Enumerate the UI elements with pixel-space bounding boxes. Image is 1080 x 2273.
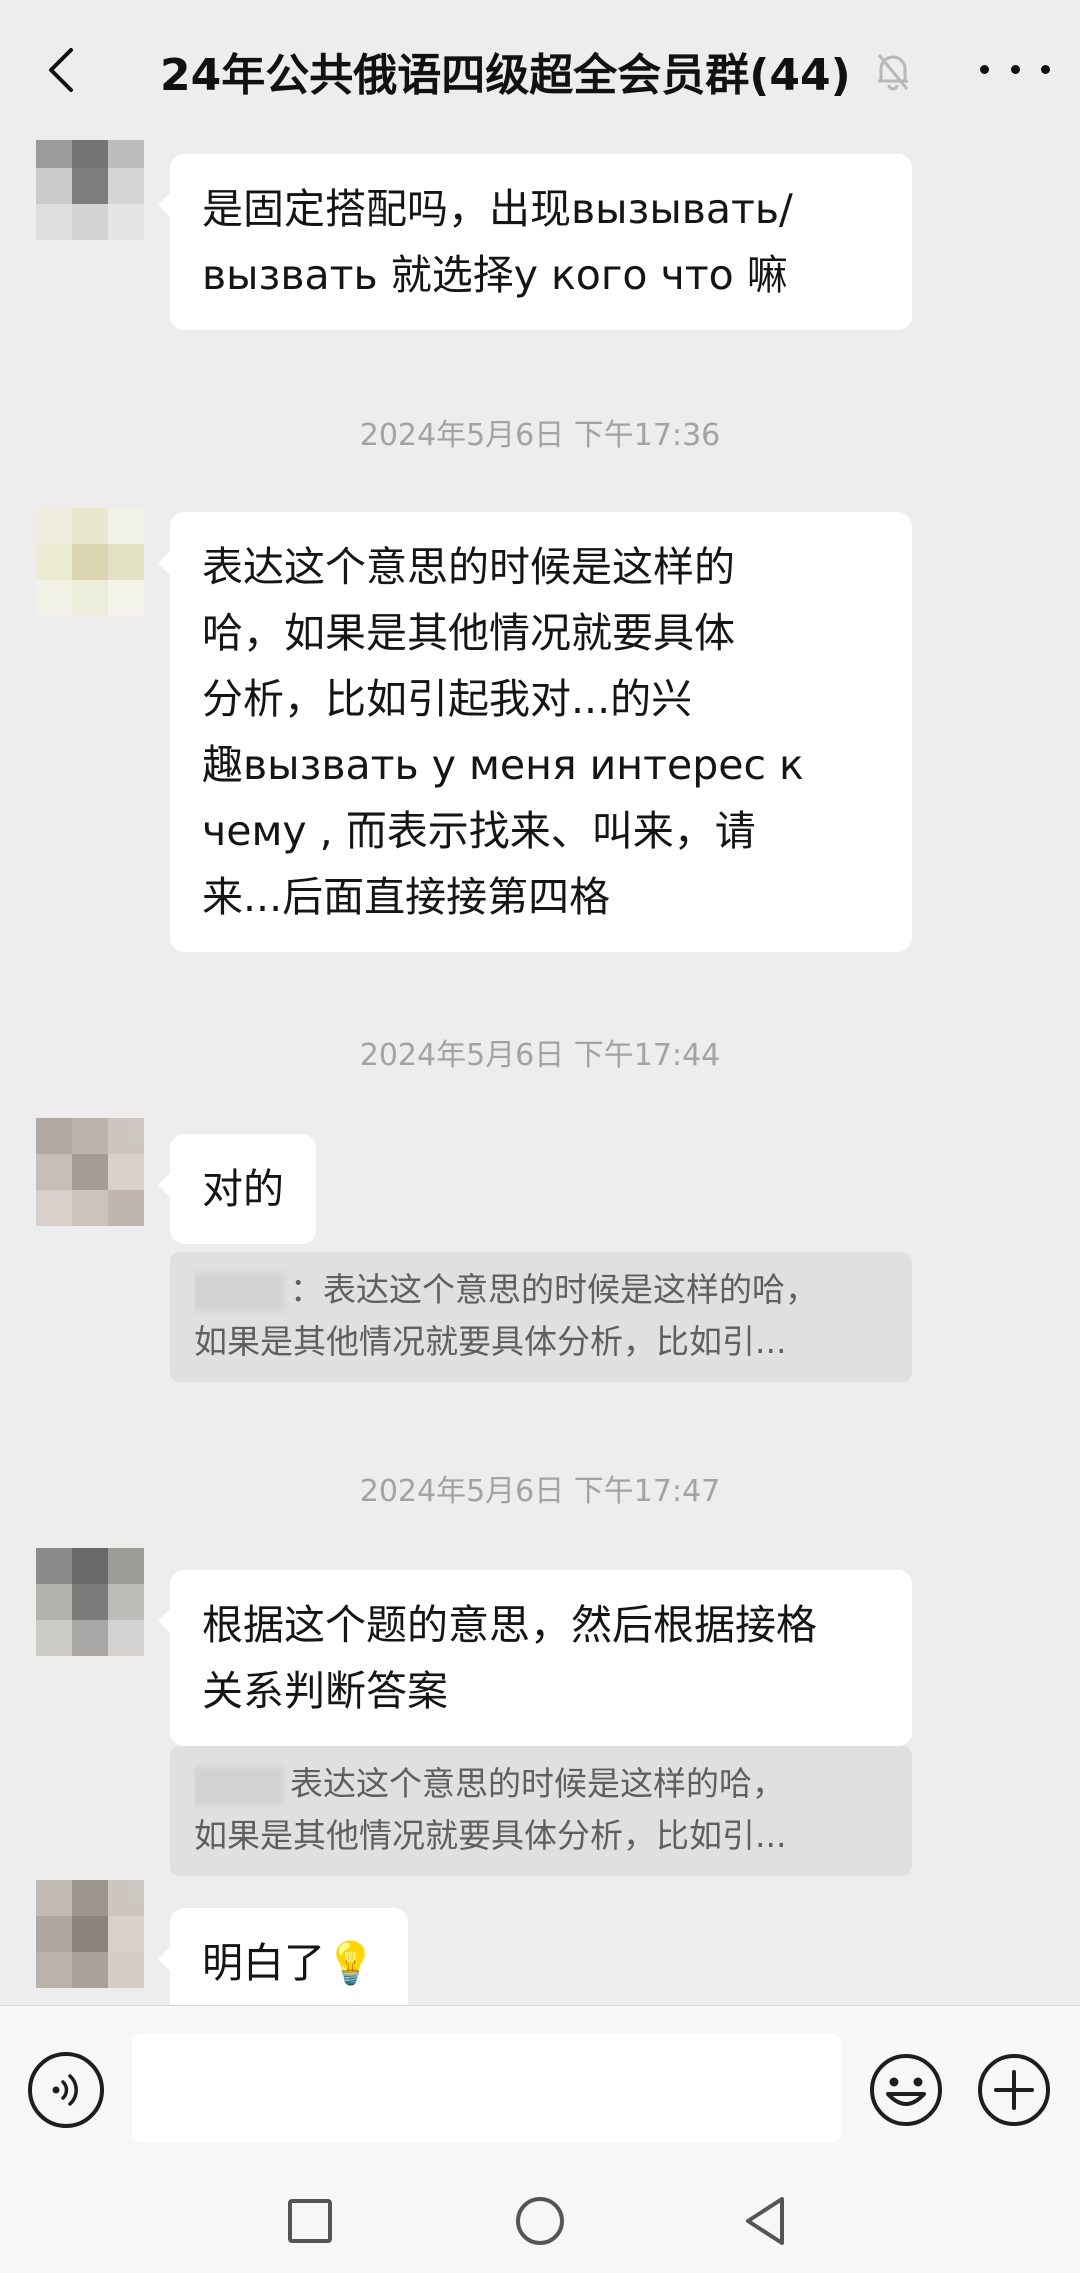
message-text-line: 关系判断答案 [202, 1667, 448, 1715]
message-text-line: 分析，比如引起我对...的兴 [202, 675, 693, 723]
message-text-line: 是固定搭配吗，出现вызывать/ [202, 185, 793, 233]
more-dots-icon [980, 64, 989, 74]
avatar[interactable] [36, 508, 144, 616]
timestamp: 2024年5月6日 下午17:36 [359, 418, 721, 453]
voice-button[interactable] [28, 2052, 104, 2128]
avatar[interactable] [36, 1118, 144, 1226]
back-nav-button[interactable] [736, 2193, 796, 2249]
bell-muted-icon [877, 54, 908, 91]
message-text-line: 明白了💡 [202, 1939, 377, 1987]
square-recents-icon [288, 2199, 332, 2243]
avatar[interactable] [36, 1548, 144, 1656]
quote-line: 如果是其他情况就要具体分析，比如引... [194, 1816, 787, 1855]
quoted-sender-name [194, 1272, 284, 1311]
message-bubble[interactable]: 对的 [158, 1134, 316, 1244]
input-bar [0, 2005, 1080, 2165]
chevron-left-icon [49, 48, 73, 92]
chat-header: 24年公共俄语四级超全会员群(44) [0, 0, 1080, 140]
avatar[interactable] [36, 1880, 144, 1988]
message-text-line: 来...后面直接接第四格 [202, 873, 611, 921]
recents-button[interactable] [280, 2193, 340, 2249]
quoted-message[interactable]: 表达这个意思的时候是这样的哈， 如果是其他情况就要具体分析，比如引... [170, 1746, 912, 1876]
back-button[interactable] [36, 40, 84, 100]
quote-line: 表达这个意思的时候是这样的哈， [290, 1764, 785, 1803]
chat-title-wrap[interactable]: 24年公共俄语四级超全会员群(44) [160, 40, 920, 102]
message-text-line: 哈，如果是其他情况就要具体 [202, 609, 735, 657]
system-nav-bar [0, 2165, 1080, 2273]
message-bubble[interactable]: 根据这个题的意思，然后根据接格 关系判断答案 [158, 1570, 912, 1746]
message-bubble[interactable]: 表达这个意思的时候是这样的 哈，如果是其他情况就要具体 分析，比如引起我对...… [158, 512, 912, 952]
message-text-line: чему , 而表示找来、叫来，请 [202, 807, 756, 855]
message-text-line: 趣вызвать у меня интерес к [202, 741, 804, 789]
message-text-line: 表达这个意思的时候是这样的 [202, 543, 735, 591]
quote-line: ：表达这个意思的时候是这样的哈， [290, 1270, 818, 1309]
avatar[interactable] [36, 140, 144, 240]
triangle-back-icon [746, 2197, 784, 2245]
message-bubble[interactable]: 明白了💡 [157, 1908, 409, 2005]
message-input[interactable] [132, 2034, 842, 2142]
quoted-message[interactable]: ：表达这个意思的时候是这样的哈， 如果是其他情况就要具体分析，比如引... [170, 1252, 912, 1382]
quoted-sender-name [194, 1766, 284, 1805]
plus-icon[interactable] [976, 2052, 1052, 2128]
timestamp: 2024年5月6日 下午17:44 [359, 1038, 721, 1073]
circle-home-icon [516, 2197, 564, 2245]
message-text-line: 根据这个题的意思，然后根据接格 [202, 1601, 817, 1649]
chat-message-list[interactable]: 是固定搭配吗，出现вызывать/ вызвать 就选择у кого что… [0, 140, 1080, 2005]
voice-icon [52, 2074, 78, 2106]
more-button[interactable] [980, 44, 1050, 94]
message-bubble[interactable]: 是固定搭配吗，出现вызывать/ вызвать 就选择у кого что… [158, 154, 912, 330]
message-text-line: 对的 [202, 1165, 284, 1213]
home-button[interactable] [510, 2193, 570, 2249]
message-text-line: вызвать 就选择у кого что 嘛 [202, 251, 788, 299]
quote-line: 如果是其他情况就要具体分析，比如引... [194, 1322, 787, 1361]
chat-title: 24年公共俄语四级超全会员群(44) [160, 50, 851, 101]
emoji-icon[interactable] [868, 2052, 944, 2128]
timestamp: 2024年5月6日 下午17:47 [359, 1474, 721, 1509]
